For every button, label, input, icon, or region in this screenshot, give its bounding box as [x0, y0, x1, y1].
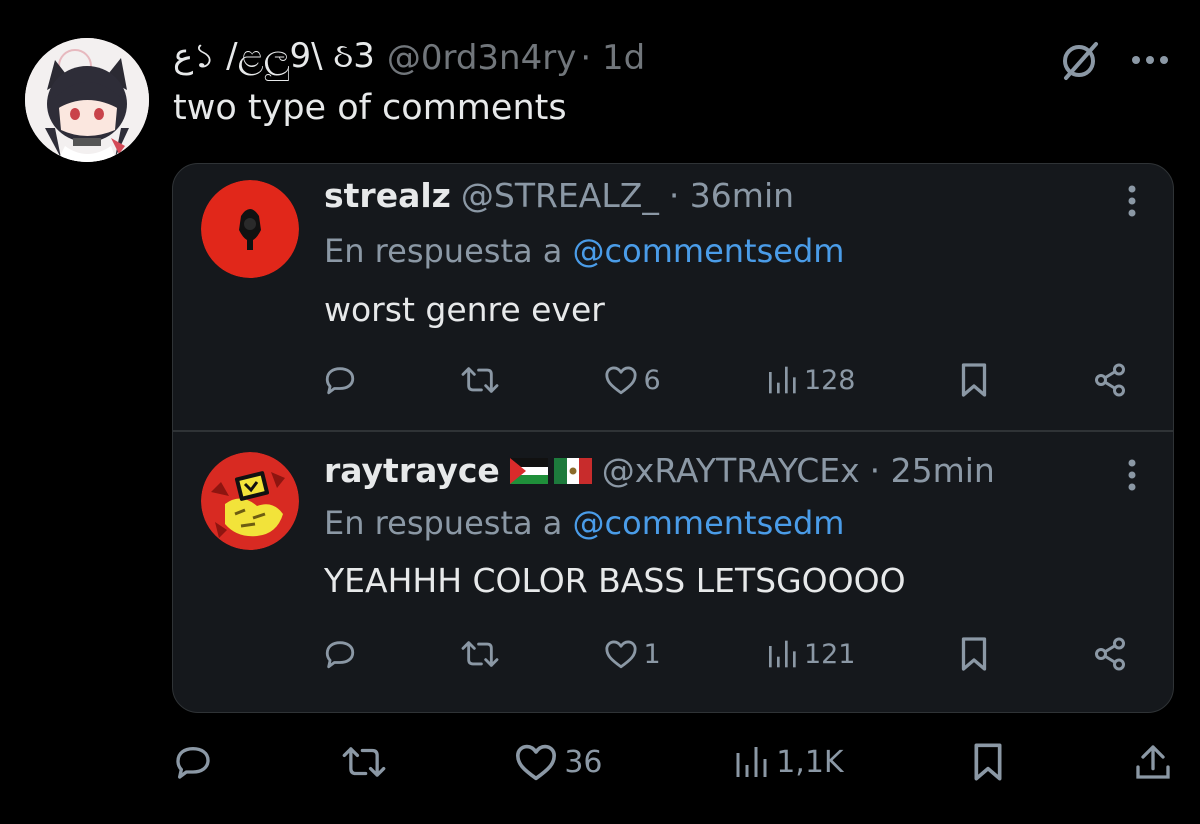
views-button[interactable]: 121: [764, 638, 856, 670]
views-button[interactable]: 128: [764, 364, 856, 396]
reply-icon: [325, 367, 355, 395]
bookmark-icon: [961, 363, 986, 397]
share-button[interactable]: [1092, 636, 1128, 672]
views-button[interactable]: 1,1K: [730, 744, 844, 780]
share-button[interactable]: [1092, 362, 1128, 398]
comment-avatar[interactable]: [201, 180, 299, 278]
tweet-timestamp[interactable]: · 1d: [580, 38, 645, 78]
comment-author-name[interactable]: strealz: [324, 176, 451, 215]
views-icon: [736, 747, 767, 777]
like-button[interactable]: 6: [604, 364, 661, 396]
comment-header: strealz @STREALZ_ · 36min: [324, 176, 794, 215]
retweet-icon: [461, 641, 499, 667]
bookmark-button[interactable]: [959, 636, 989, 672]
reply-mention[interactable]: @commentsedm: [573, 232, 845, 270]
views-count: 1,1K: [776, 744, 844, 780]
retweet-button[interactable]: [460, 637, 500, 671]
like-count: 6: [643, 364, 661, 396]
retweet-button[interactable]: [341, 742, 387, 782]
comment-avatar[interactable]: [201, 452, 299, 550]
like-count: 36: [564, 744, 603, 780]
comment-author-handle[interactable]: @STREALZ_: [461, 176, 659, 215]
reply-icon: [176, 747, 210, 779]
mexico-flag-icon: [553, 457, 592, 484]
like-count: 1: [643, 638, 661, 670]
comment-author-name[interactable]: raytrayce: [324, 451, 500, 490]
views-icon: [768, 640, 796, 668]
comment-action-bar: 6 128: [323, 360, 1128, 400]
tweet-text: two type of comments: [173, 88, 567, 128]
comment-author-handle[interactable]: @xRAYTRAYCEx: [602, 451, 860, 490]
tweet-header: ﻉ১ /ළලු9\ ઠ3 @0rd3n4ry · 1d: [173, 36, 645, 80]
bookmark-icon: [974, 743, 1002, 781]
share-icon: [1094, 363, 1125, 397]
more-icon[interactable]: [1130, 54, 1170, 66]
comment-item: strealz @STREALZ_ · 36min En respuesta a…: [173, 164, 1173, 430]
retweet-icon: [342, 747, 386, 777]
views-count: 128: [803, 364, 856, 396]
like-icon: [604, 640, 637, 669]
bookmark-button[interactable]: [959, 362, 989, 398]
author-avatar[interactable]: [25, 38, 149, 162]
reply-button[interactable]: [323, 637, 357, 671]
like-icon: [604, 366, 637, 395]
reply-context: En respuesta a @commentsedm: [324, 504, 844, 542]
reply-button[interactable]: [173, 742, 213, 782]
upload-icon: [1136, 745, 1170, 779]
comment-action-bar: 1 121: [323, 634, 1128, 674]
like-icon: [516, 744, 557, 781]
tweet-action-bar: 36 1,1K: [173, 740, 1173, 784]
grok-icon[interactable]: [1058, 38, 1102, 82]
bookmark-icon: [961, 637, 986, 671]
reply-prefix: En respuesta a: [324, 504, 573, 542]
retweet-button[interactable]: [460, 363, 500, 397]
views-icon: [768, 366, 796, 394]
palestine-flag-icon: [509, 457, 548, 484]
comment-item: raytrayce @xRAYTRAYCEx · 25min En respue…: [173, 430, 1173, 712]
upload-button[interactable]: [1133, 742, 1173, 782]
bookmark-button[interactable]: [971, 742, 1005, 782]
comment-timestamp[interactable]: · 25min: [870, 451, 995, 490]
comment-timestamp[interactable]: · 36min: [669, 176, 794, 215]
flag-emojis: [509, 457, 592, 484]
reply-mention[interactable]: @commentsedm: [573, 504, 845, 542]
comment-text: worst genre ever: [324, 290, 605, 329]
tweet-top-actions: [1058, 38, 1170, 82]
quoted-screenshot[interactable]: strealz @STREALZ_ · 36min En respuesta a…: [172, 163, 1174, 713]
author-display-name[interactable]: ﻉ১ /ළලු9\ ઠ3: [173, 30, 375, 87]
views-count: 121: [803, 638, 856, 670]
comment-header: raytrayce @xRAYTRAYCEx · 25min: [324, 451, 995, 490]
more-icon[interactable]: [1127, 458, 1137, 492]
reply-context: En respuesta a @commentsedm: [324, 232, 844, 270]
like-button[interactable]: 1: [604, 638, 661, 670]
reply-prefix: En respuesta a: [324, 232, 573, 270]
author-handle[interactable]: @0rd3n4ry: [387, 38, 577, 78]
like-button[interactable]: 36: [514, 742, 603, 782]
reply-icon: [325, 641, 355, 669]
comment-text: YEAHHH COLOR BASS LETSGOOOO: [324, 561, 906, 600]
reply-button[interactable]: [323, 363, 357, 397]
more-icon[interactable]: [1127, 184, 1137, 218]
retweet-icon: [461, 367, 499, 393]
share-icon: [1094, 637, 1125, 671]
